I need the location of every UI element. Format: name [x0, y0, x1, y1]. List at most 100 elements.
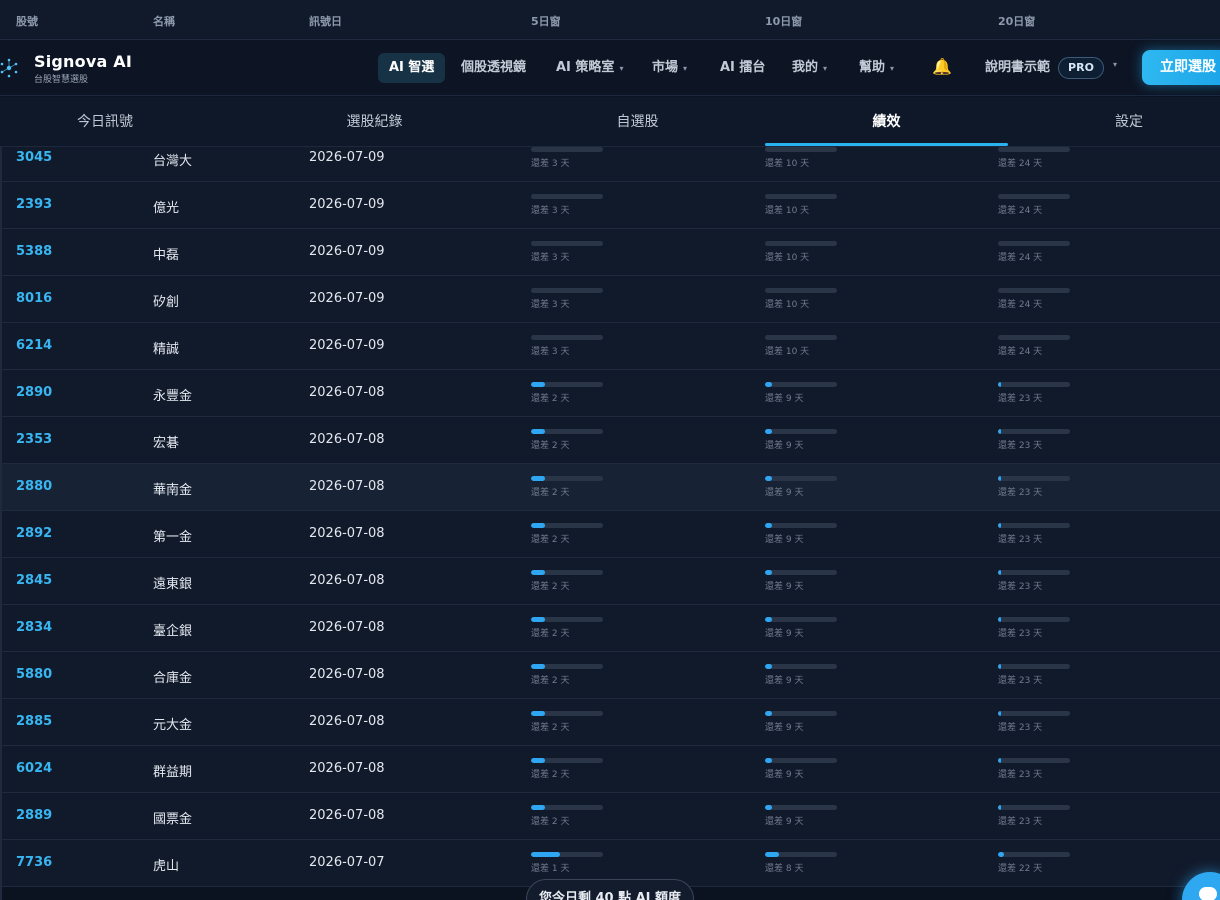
stock-code-link[interactable]: 6214: [16, 338, 52, 353]
stock-code-link[interactable]: 8016: [16, 291, 52, 306]
days-remaining-label: 還差 23 天: [998, 770, 1043, 780]
table-row[interactable]: 5388 中磊 2026-07-09 還差 3 天 還差 10 天 還差 24 天: [0, 229, 1220, 276]
chevron-down-icon: ▾: [619, 64, 624, 73]
progress-track: [531, 758, 603, 763]
nav-demo[interactable]: 說明書示範: [985, 53, 1050, 83]
table-row[interactable]: 2890 永豐金 2026-07-08 還差 2 天 還差 9 天 還差 23 天: [0, 370, 1220, 417]
nav-strategy[interactable]: AI 策略室 ▾: [556, 53, 623, 83]
nav-market-label: 市場: [652, 60, 679, 75]
tab-today-signals[interactable]: 今日訊號: [0, 97, 210, 147]
stock-code-link[interactable]: 2880: [16, 479, 52, 494]
days-remaining-label: 還差 9 天: [765, 488, 804, 498]
table-row[interactable]: 2880 華南金 2026-07-08 還差 2 天 還差 9 天 還差 23 天: [0, 464, 1220, 511]
stock-code-link[interactable]: 2889: [16, 808, 52, 823]
stock-code-link[interactable]: 6024: [16, 761, 52, 776]
progress-w20: 還差 23 天: [998, 664, 1070, 686]
days-remaining-label: 還差 2 天: [531, 535, 570, 545]
stock-code-link[interactable]: 3045: [16, 150, 52, 165]
progress-w5: 還差 2 天: [531, 617, 603, 639]
days-remaining-label: 還差 23 天: [998, 394, 1043, 404]
signal-date: 2026-07-08: [309, 573, 385, 588]
brand-name[interactable]: Signova AI: [34, 52, 132, 71]
table-row[interactable]: 6214 精誠 2026-07-09 還差 3 天 還差 10 天 還差 24 天: [0, 323, 1220, 370]
progress-w20: 還差 23 天: [998, 805, 1070, 827]
progress-fill: [998, 805, 1001, 810]
progress-track: [998, 288, 1070, 293]
stock-name: 中磊: [153, 248, 180, 263]
days-remaining-label: 還差 8 天: [765, 864, 804, 874]
sub-tabs: 今日訊號 選股紀錄 自選股 績效 設定: [0, 97, 1220, 147]
stock-code-link[interactable]: 2885: [16, 714, 52, 729]
nav-arena[interactable]: AI 擂台: [720, 53, 765, 83]
table-row[interactable]: 5880 合庫金 2026-07-08 還差 2 天 還差 9 天 還差 23 天: [0, 652, 1220, 699]
table-row[interactable]: 2393 億光 2026-07-09 還差 3 天 還差 10 天 還差 24 天: [0, 182, 1220, 229]
progress-fill: [998, 523, 1001, 528]
start-select-button[interactable]: 立即選股: [1142, 50, 1220, 85]
tab-watchlist[interactable]: 自選股: [516, 97, 759, 147]
stock-code-link[interactable]: 2890: [16, 385, 52, 400]
progress-track: [531, 241, 603, 246]
stock-code-link[interactable]: 2892: [16, 526, 52, 541]
days-remaining-label: 還差 24 天: [998, 300, 1043, 310]
progress-w10: 還差 9 天: [765, 382, 837, 404]
days-remaining-label: 還差 9 天: [765, 582, 804, 592]
tab-performance[interactable]: 績效: [765, 97, 1008, 147]
table-row[interactable]: 2885 元大金 2026-07-08 還差 2 天 還差 9 天 還差 23 天: [0, 699, 1220, 746]
stock-code-link[interactable]: 2393: [16, 197, 52, 212]
progress-fill: [765, 711, 773, 716]
bell-icon[interactable]: 🔔: [932, 57, 952, 77]
days-remaining-label: 還差 3 天: [531, 206, 570, 216]
progress-track: [531, 664, 603, 669]
progress-w10: 還差 9 天: [765, 617, 837, 639]
table-row[interactable]: 2889 國票金 2026-07-08 還差 2 天 還差 9 天 還差 23 天: [0, 793, 1220, 840]
signal-date: 2026-07-08: [309, 714, 385, 729]
table-row[interactable]: 2834 臺企銀 2026-07-08 還差 2 天 還差 9 天 還差 23 天: [0, 605, 1220, 652]
progress-track: [998, 852, 1070, 857]
stock-name: 永豐金: [153, 389, 193, 404]
days-remaining-label: 還差 23 天: [998, 441, 1043, 451]
stock-code-link[interactable]: 2834: [16, 620, 52, 635]
days-remaining-label: 還差 2 天: [531, 676, 570, 686]
pro-badge[interactable]: PRO: [1058, 57, 1104, 79]
progress-w5: 還差 3 天: [531, 288, 603, 310]
ai-quota-toast[interactable]: 您今日剩 40 點 AI 額度: [526, 879, 694, 900]
progress-w20: 還差 24 天: [998, 288, 1070, 310]
progress-track: [531, 194, 603, 199]
progress-track: [765, 711, 837, 716]
table-row[interactable]: 2892 第一金 2026-07-08 還差 2 天 還差 9 天 還差 23 天: [0, 511, 1220, 558]
stock-code-link[interactable]: 2845: [16, 573, 52, 588]
nav-mine-label: 我的: [792, 60, 819, 75]
chevron-down-icon[interactable]: ▾: [1113, 60, 1117, 69]
progress-fill: [531, 570, 546, 575]
stock-name: 元大金: [153, 718, 193, 733]
progress-fill: [765, 429, 773, 434]
progress-fill: [998, 711, 1001, 716]
nav-stock-lens[interactable]: 個股透視鏡: [461, 53, 526, 83]
nav-ai-select[interactable]: AI 智選: [378, 53, 446, 83]
nav-mine[interactable]: 我的 ▾: [792, 53, 827, 83]
progress-fill: [765, 570, 773, 575]
progress-fill: [998, 570, 1001, 575]
nav-help[interactable]: 幫助 ▾: [859, 53, 894, 83]
signal-date: 2026-07-08: [309, 432, 385, 447]
progress-track: [998, 429, 1070, 434]
tab-settings[interactable]: 設定: [1008, 97, 1220, 147]
progress-track: [531, 382, 603, 387]
progress-track: [531, 617, 603, 622]
table-row[interactable]: 6024 群益期 2026-07-08 還差 2 天 還差 9 天 還差 23 天: [0, 746, 1220, 793]
nav-strategy-label: AI 策略室: [556, 60, 615, 75]
tab-records[interactable]: 選股紀錄: [253, 97, 496, 147]
progress-track: [998, 194, 1070, 199]
stock-code-link[interactable]: 5388: [16, 244, 52, 259]
nav-market[interactable]: 市場 ▾: [652, 53, 687, 83]
stock-code-link[interactable]: 5880: [16, 667, 52, 682]
stock-code-link[interactable]: 7736: [16, 855, 52, 870]
days-remaining-label: 還差 2 天: [531, 629, 570, 639]
progress-track: [998, 664, 1070, 669]
stock-code-link[interactable]: 2353: [16, 432, 52, 447]
table-row[interactable]: 2845 遠東銀 2026-07-08 還差 2 天 還差 9 天 還差 23 天: [0, 558, 1220, 605]
network-dots-icon[interactable]: [0, 57, 20, 79]
table-row[interactable]: 8016 矽創 2026-07-09 還差 3 天 還差 10 天 還差 24 天: [0, 276, 1220, 323]
table-row[interactable]: 2353 宏碁 2026-07-08 還差 2 天 還差 9 天 還差 23 天: [0, 417, 1220, 464]
progress-w5: 還差 2 天: [531, 429, 603, 451]
